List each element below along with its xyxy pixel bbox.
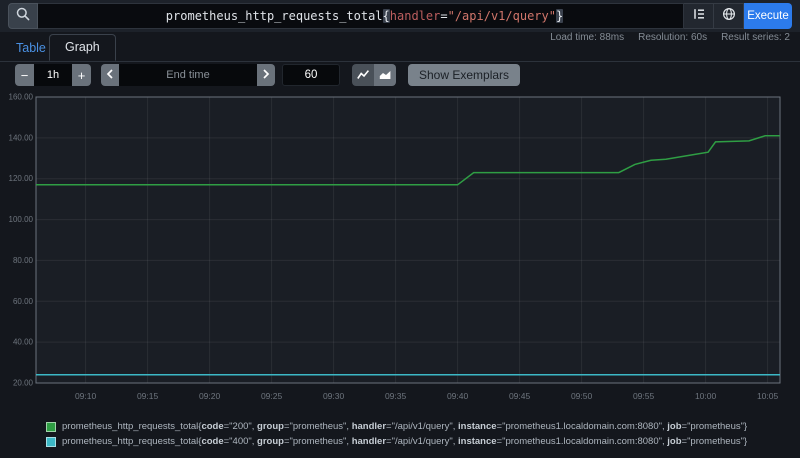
tabs-row: Table Graph Load time: 88ms Resolution: 6… <box>0 32 800 62</box>
query-input-group: prometheus_http_requests_total{handler = "… <box>8 3 792 29</box>
show-exemplars-button[interactable]: Show Exemplars <box>408 64 521 86</box>
legend-label: prometheus_http_requests_total{code="400… <box>62 436 748 447</box>
range-stepper: − + <box>15 64 91 86</box>
graph-panel: 160.00 140.00 120.00 100.00 80.00 60.00 40.00 2… <box>0 88 800 418</box>
tab-graph[interactable]: Graph <box>49 34 116 61</box>
load-time: Load time: 88ms <box>550 32 625 43</box>
line-chart-icon <box>356 67 370 84</box>
y-tick-label: 60.00 <box>13 297 34 306</box>
x-tick-label: 10:00 <box>695 391 717 401</box>
y-tick-label: 100.00 <box>9 215 34 224</box>
range-increment-button[interactable]: + <box>72 64 91 86</box>
label-name: handler <box>389 9 441 23</box>
expression-input[interactable]: prometheus_http_requests_total{handler = "… <box>38 3 684 29</box>
query-bar: prometheus_http_requests_total{handler = "… <box>0 0 800 32</box>
x-tick-label: 09:40 <box>447 391 469 401</box>
close-brace: } <box>555 9 564 23</box>
x-tick-label: 09:30 <box>323 391 345 401</box>
legend-item[interactable]: prometheus_http_requests_total{code="400… <box>46 436 747 447</box>
equals-sign: = <box>440 9 448 23</box>
metrics-explorer-button[interactable] <box>714 3 744 29</box>
x-tick-label: 09:45 <box>509 391 531 401</box>
search-icon <box>15 6 31 27</box>
label-value: "/api/v1/query" <box>447 9 556 23</box>
tree-view-button[interactable] <box>684 3 714 29</box>
resolution-input[interactable] <box>282 64 340 86</box>
legend-swatch <box>46 436 56 447</box>
tree-view-icon <box>692 7 706 26</box>
x-tick-label: 09:10 <box>75 391 97 401</box>
tab-table[interactable]: Table <box>16 41 46 55</box>
chart-type-toggle <box>352 64 396 86</box>
end-time-input[interactable] <box>119 64 257 86</box>
x-tick-label: 09:20 <box>199 391 221 401</box>
x-tick-label: 09:15 <box>137 391 159 401</box>
end-time-back-button[interactable] <box>101 64 119 86</box>
x-tick-label: 09:55 <box>633 391 655 401</box>
x-tick-label: 09:50 <box>571 391 593 401</box>
y-tick-label: 160.00 <box>9 93 34 102</box>
legend-item[interactable]: prometheus_http_requests_total{code="200… <box>46 421 747 432</box>
graph-controls: − + <box>0 64 800 88</box>
legend: prometheus_http_requests_total{code="200… <box>46 421 747 451</box>
execute-button[interactable]: Execute <box>744 3 792 29</box>
end-time-forward-button[interactable] <box>257 64 275 86</box>
legend-swatch <box>46 421 56 432</box>
y-tick-label: 80.00 <box>13 256 34 265</box>
range-input[interactable] <box>34 64 72 86</box>
x-tick-label: 10:05 <box>757 391 779 401</box>
y-tick-label: 20.00 <box>13 379 34 388</box>
result-series: Result series: 2 <box>721 32 790 43</box>
open-brace: { <box>382 9 390 23</box>
search-button[interactable] <box>8 3 38 29</box>
y-tick-label: 40.00 <box>13 338 34 347</box>
y-tick-label: 120.00 <box>9 174 34 183</box>
query-stats: Load time: 88ms Resolution: 60s Result ser… <box>536 32 790 43</box>
resolution: Resolution: 60s <box>638 32 708 43</box>
end-time-picker <box>101 64 275 86</box>
chevron-right-icon <box>261 68 271 83</box>
x-tick-label: 09:35 <box>385 391 407 401</box>
metric-name: prometheus_http_requests_total <box>165 9 383 23</box>
range-decrement-button[interactable]: − <box>15 64 34 86</box>
line-graph-button[interactable] <box>352 64 374 86</box>
stacked-chart-icon <box>378 67 392 84</box>
y-tick-label: 140.00 <box>9 133 34 142</box>
globe-icon <box>721 6 737 27</box>
chevron-left-icon <box>105 68 115 83</box>
legend-label: prometheus_http_requests_total{code="200… <box>62 421 748 432</box>
x-tick-label: 09:25 <box>261 391 283 401</box>
graph-canvas[interactable]: 160.00 140.00 120.00 100.00 80.00 60.00 40.00 2… <box>0 88 800 418</box>
stacked-graph-button[interactable] <box>374 64 396 86</box>
